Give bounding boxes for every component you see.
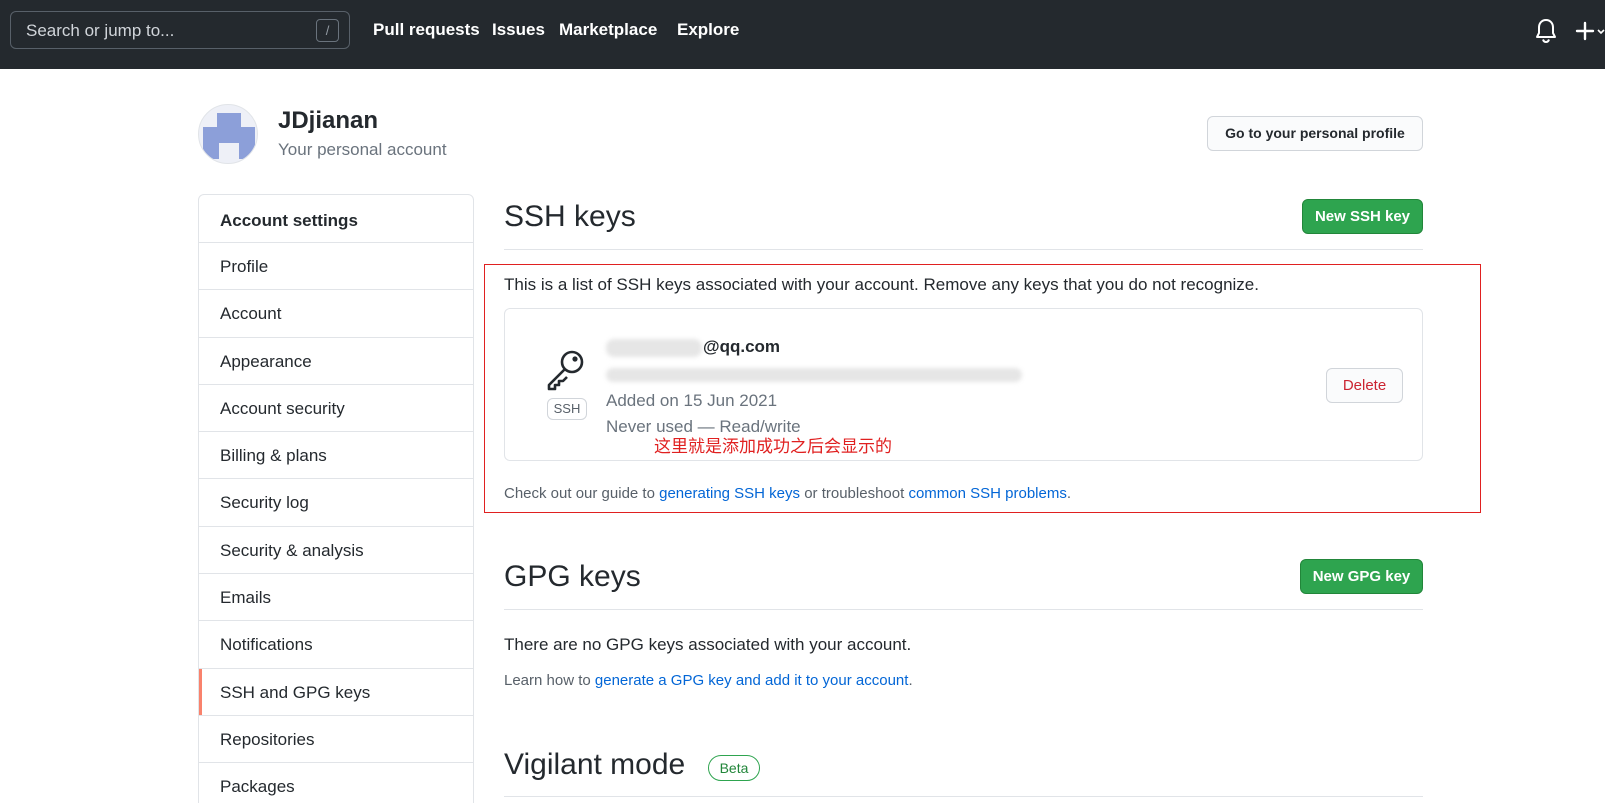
generate-gpg-key-link[interactable]: generate a GPG key and add it to your ac…	[595, 672, 909, 689]
beta-badge: Beta	[708, 755, 760, 781]
search-input[interactable]: Search or jump to... /	[10, 11, 350, 49]
redacted-fingerprint-blur	[606, 368, 1022, 382]
avatar	[198, 104, 258, 164]
sidebar-item-ssh-gpg-keys[interactable]: SSH and GPG keys	[199, 668, 473, 716]
plus-icon[interactable]	[1575, 18, 1605, 44]
gpg-empty-text: There are no GPG keys associated with yo…	[504, 635, 912, 654]
sidebar-heading: Account settings	[199, 195, 473, 243]
bell-icon[interactable]	[1535, 18, 1557, 44]
learn-suffix: .	[908, 672, 913, 689]
sidebar-item-security-analysis[interactable]: Security & analysis	[199, 527, 473, 575]
ssh-key-added-date: Added on 15 Jun 2021	[606, 391, 778, 410]
search-placeholder: Search or jump to...	[26, 21, 175, 40]
key-icon	[547, 350, 584, 391]
top-navigation-bar: Search or jump to... / Pull requests Iss…	[0, 0, 1605, 69]
sidebar-item-notifications[interactable]: Notifications	[199, 621, 473, 669]
sidebar-item-appearance[interactable]: Appearance	[199, 338, 473, 385]
vigilant-mode-heading: Vigilant mode	[504, 748, 686, 781]
delete-key-button[interactable]: Delete	[1326, 368, 1403, 403]
section-divider	[504, 249, 1423, 250]
guide-suffix: .	[1066, 485, 1072, 502]
sidebar-item-packages[interactable]: Packages	[199, 763, 473, 803]
annotation-text: 这里就是添加成功之后会显示的	[654, 437, 892, 456]
ssh-keys-heading: SSH keys	[504, 200, 636, 233]
new-ssh-key-button[interactable]: New SSH key	[1302, 199, 1423, 234]
sidebar-item-account-security[interactable]: Account security	[199, 385, 473, 433]
search-shortcut-hint: /	[316, 19, 339, 42]
nav-pull-requests[interactable]: Pull requests	[373, 20, 480, 40]
learn-prefix: Learn how to	[504, 672, 591, 689]
ssh-description: This is a list of SSH keys associated wi…	[504, 275, 1259, 294]
generating-ssh-keys-link[interactable]: generating SSH keys	[659, 485, 800, 502]
nav-issues[interactable]: Issues	[492, 20, 545, 40]
sidebar-item-security-log[interactable]: Security log	[199, 479, 473, 527]
go-to-profile-button[interactable]: Go to your personal profile	[1207, 116, 1423, 151]
nav-explore[interactable]: Explore	[677, 20, 739, 40]
sidebar-item-repositories[interactable]: Repositories	[199, 716, 473, 764]
guide-middle: or troubleshoot	[804, 485, 905, 502]
ssh-type-label: SSH	[547, 398, 587, 420]
sidebar-item-billing[interactable]: Billing & plans	[199, 432, 473, 480]
section-divider	[504, 609, 1423, 610]
section-divider	[504, 796, 1423, 797]
gpg-learn-text: Learn how to generate a GPG key and add …	[504, 672, 913, 689]
ssh-guide-text: Check out our guide to generating SSH ke…	[504, 485, 1071, 502]
sidebar-item-profile[interactable]: Profile	[199, 243, 473, 291]
sidebar-item-emails[interactable]: Emails	[199, 574, 473, 622]
new-gpg-key-button[interactable]: New GPG key	[1300, 559, 1423, 594]
settings-sidebar: Account settings Profile Account Appeara…	[198, 194, 474, 803]
account-subtitle: Your personal account	[278, 140, 447, 159]
gpg-keys-heading: GPG keys	[504, 560, 641, 593]
guide-prefix: Check out our guide to	[504, 485, 655, 502]
nav-marketplace[interactable]: Marketplace	[559, 20, 657, 40]
ssh-key-title: @qq.com	[703, 337, 781, 356]
account-username: JDjianan	[278, 107, 379, 134]
common-ssh-problems-link[interactable]: common SSH problems	[908, 485, 1066, 502]
redacted-email-blur	[606, 339, 702, 357]
ssh-key-card	[504, 308, 1423, 461]
sidebar-item-account[interactable]: Account	[199, 290, 473, 338]
